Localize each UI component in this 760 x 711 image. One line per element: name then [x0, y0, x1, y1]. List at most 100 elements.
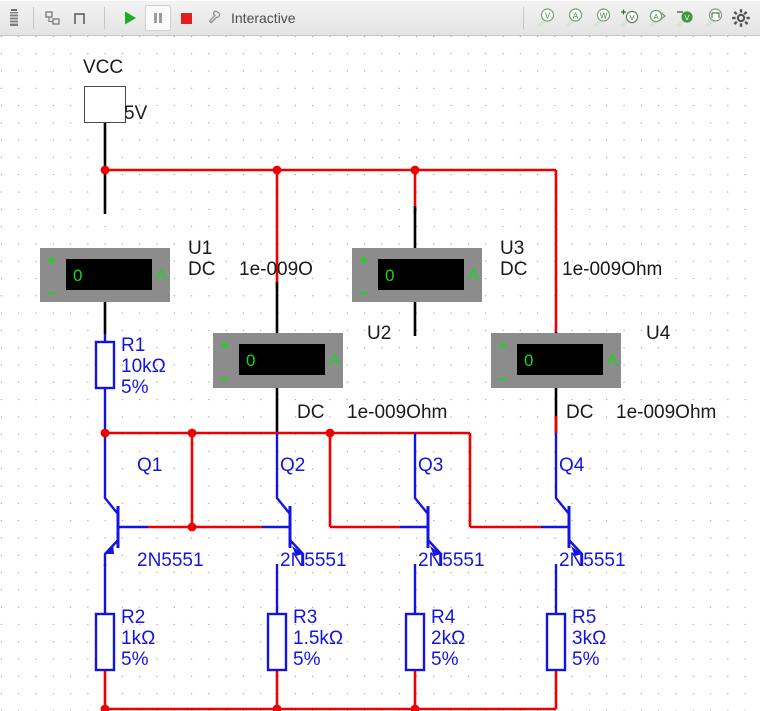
- ammeter-u1-minus-terminal: −: [47, 285, 56, 302]
- differential-voltage-probe-button[interactable]: V: [616, 5, 642, 31]
- ammeter-u3-ref-label: U3: [500, 238, 525, 259]
- resistor-r5-body: [545, 612, 567, 672]
- pause-button[interactable]: [145, 4, 171, 31]
- ammeter-u1-unit: A: [156, 267, 167, 284]
- wire-layer: [94, 122, 584, 711]
- ammeter-u3-minus-terminal: −: [359, 285, 368, 302]
- resistor-r3-tol-label: 5%: [293, 649, 321, 670]
- ammeter-u3-reading: 0: [385, 266, 395, 285]
- component-list-button[interactable]: [1, 5, 27, 31]
- digital-probe-button[interactable]: [700, 5, 726, 31]
- ammeter-u2-reading: 0: [246, 351, 256, 370]
- ammeter-u1-plus-terminal: +: [47, 252, 56, 269]
- resistor-r1-body: [94, 340, 116, 390]
- interactive-mode-button[interactable]: [201, 5, 227, 31]
- ammeter-u4[interactable]: + − 0 A: [491, 333, 621, 388]
- resistor-r2-ref-label: R2: [121, 607, 146, 628]
- toolbar-group-probes: V A W V A V: [531, 0, 760, 36]
- hierarchy-button[interactable]: [40, 5, 66, 31]
- vcc-ref-label: VCC: [83, 57, 124, 78]
- step-signal-button[interactable]: [68, 5, 94, 31]
- svg-text:V: V: [545, 11, 551, 20]
- resistor-r2-value-label: 1kΩ: [121, 628, 156, 649]
- resistor-r5-tol-label: 5%: [572, 649, 600, 670]
- ammeter-u2-unit: A: [329, 352, 340, 369]
- probe-settings-icon: [732, 8, 750, 27]
- ammeter-u2-mode-label: DC: [297, 402, 325, 423]
- transistor-q2-part-label: 2N5551: [280, 550, 347, 571]
- toolbar-group-simulation: Interactive: [116, 0, 296, 36]
- toolbar-separator-3: [523, 6, 524, 29]
- toolbar-group-edit: [0, 0, 95, 36]
- run-button[interactable]: [117, 5, 143, 31]
- resistor-r1-value-label: 10kΩ: [121, 356, 166, 377]
- svg-text:A: A: [573, 11, 579, 20]
- ammeter-u2-minus-terminal: −: [220, 371, 229, 388]
- ammeter-u4-unit: A: [607, 352, 618, 369]
- differential-current-probe-button[interactable]: A: [644, 5, 670, 31]
- voltage-probe-button[interactable]: V: [532, 5, 558, 31]
- transistor-q4-part-label: 2N5551: [559, 550, 626, 571]
- resistor-r4-tol-label: 5%: [431, 649, 459, 670]
- ammeter-u1[interactable]: + − 0 A: [40, 248, 170, 302]
- transistor-q4-ref-label: Q4: [559, 455, 585, 476]
- ammeter-u3-resistance-label: 1e-009Ohm: [562, 259, 663, 280]
- ammeter-u2[interactable]: + − 0 A: [213, 333, 343, 388]
- resistor-r2-tol-label: 5%: [121, 649, 149, 670]
- schematic-canvas[interactable]: VCC 5V + − 0 A U1 DC 1e-009O + − 0 A U3 …: [0, 36, 760, 711]
- voltage-probe-icon: V: [537, 7, 555, 27]
- pause-icon: [154, 12, 162, 23]
- ammeter-u3-plus-terminal: +: [359, 252, 368, 269]
- resistor-r4-body: [404, 612, 426, 672]
- wire-mid-bus: [103, 431, 558, 515]
- wire-resistor-bottom-leads: [103, 670, 558, 709]
- ammeter-u2-plus-terminal: +: [220, 337, 229, 354]
- power-probe-button[interactable]: W: [588, 5, 614, 31]
- ammeter-u2-resistance-label: 1e-009Ohm: [347, 402, 448, 423]
- resistor-r3-body: [266, 612, 288, 672]
- resistor-r3-ref-label: R3: [293, 607, 318, 628]
- resistor-r4-value-label: 2kΩ: [431, 628, 466, 649]
- svg-text:V: V: [684, 13, 689, 22]
- current-probe-icon: A: [565, 7, 583, 27]
- probe-settings-button[interactable]: [728, 5, 754, 31]
- ammeter-u3-unit: A: [468, 267, 479, 284]
- ammeter-u1-reading: 0: [73, 266, 83, 285]
- svg-text:A: A: [653, 12, 658, 21]
- transistor-q3-part-label: 2N5551: [418, 550, 485, 571]
- main-toolbar: Interactive V A W V A V: [0, 0, 760, 36]
- vcc-value-label: 5V: [124, 103, 148, 124]
- ammeter-u1-resistance-label: 1e-009O: [239, 259, 313, 280]
- run-icon: [125, 11, 136, 24]
- resistor-r5-value-label: 3kΩ: [572, 628, 607, 649]
- ammeter-u2-ref-label: U2: [367, 323, 392, 344]
- ammeter-u4-mode-label: DC: [566, 402, 594, 423]
- stop-button[interactable]: [173, 5, 199, 31]
- wire-emitter-leads: [103, 564, 558, 614]
- ammeter-u1-mode-label: DC: [188, 259, 216, 280]
- transistor-q2-ref-label: Q2: [280, 455, 306, 476]
- digital-probe-icon: [705, 7, 723, 27]
- current-probe-button[interactable]: A: [560, 5, 586, 31]
- wire-base-connections: [148, 515, 541, 529]
- simulation-mode-label: Interactive: [231, 9, 296, 26]
- ammeter-u3[interactable]: + − 0 A: [352, 248, 482, 302]
- differential-voltage-probe-icon: V: [620, 9, 639, 27]
- resistor-r4-ref-label: R4: [431, 607, 456, 628]
- wire-power-rail-top: [105, 168, 558, 336]
- ammeter-u1-ref-label: U1: [188, 238, 213, 259]
- svg-text:W: W: [600, 11, 608, 20]
- resistor-r2-body: [94, 612, 116, 672]
- power-probe-icon: W: [593, 7, 611, 27]
- ammeter-u4-minus-terminal: −: [498, 371, 507, 388]
- ammeter-u4-reading: 0: [524, 351, 534, 370]
- resistor-r1-tol-label: 5%: [121, 377, 149, 398]
- svg-text:V: V: [629, 13, 634, 22]
- ammeter-u4-ref-label: U4: [646, 323, 671, 344]
- vcc-source-symbol[interactable]: [84, 86, 126, 123]
- reference-voltage-probe-button[interactable]: V: [672, 5, 698, 31]
- probe-icon: [208, 10, 221, 23]
- resistor-r3-value-label: 1.5kΩ: [293, 628, 344, 649]
- circuit-simulator-window: Interactive V A W V A V VCC 5V + − 0 A U…: [0, 0, 760, 711]
- reference-voltage-probe-icon: V: [676, 10, 693, 27]
